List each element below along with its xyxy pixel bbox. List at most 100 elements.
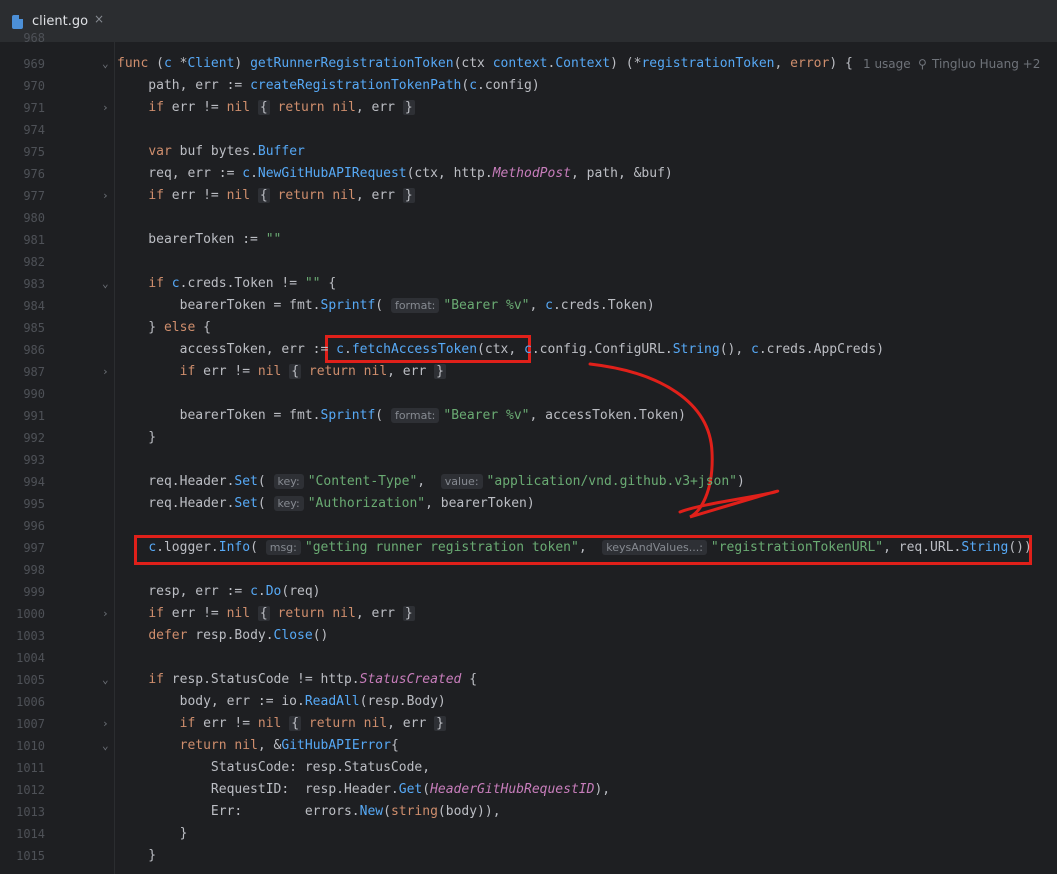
- code-text[interactable]: }: [117, 823, 188, 845]
- code-text[interactable]: Err: errors.New(string(body)),: [117, 801, 501, 823]
- code-text[interactable]: StatusCode: resp.StatusCode,: [117, 757, 430, 779]
- line-number: 968: [23, 31, 45, 45]
- code-line[interactable]: 990: [0, 383, 1057, 405]
- code-line[interactable]: 1014 }: [0, 823, 1057, 845]
- code-line[interactable]: 980: [0, 207, 1057, 229]
- code-line[interactable]: 970 path, err := createRegistrationToken…: [0, 75, 1057, 97]
- code-text[interactable]: if c.creds.Token != "" {: [117, 273, 336, 295]
- code-line[interactable]: 996: [0, 515, 1057, 537]
- line-number: 974: [23, 123, 45, 137]
- line-number: 977: [23, 189, 45, 203]
- code-line[interactable]: 969 ⌄ func (c *Client) getRunnerRegistrati…: [0, 53, 1057, 75]
- fold-collapsed-icon[interactable]: ›: [102, 603, 109, 625]
- line-number: 983: [23, 277, 45, 291]
- code-text[interactable]: if err != nil { return nil, err }: [117, 185, 415, 207]
- code-text[interactable]: if resp.StatusCode != http.StatusCreated…: [117, 669, 477, 691]
- code-line[interactable]: 982: [0, 251, 1057, 273]
- code-text[interactable]: var buf bytes.Buffer: [117, 141, 305, 163]
- line-number: 985: [23, 321, 45, 335]
- code-line[interactable]: 1003 defer resp.Body.Close(): [0, 625, 1057, 647]
- code-line[interactable]: 1000 › if err != nil { return nil, err }: [0, 603, 1057, 625]
- code-line[interactable]: 1005 ⌄ if resp.StatusCode != http.StatusC…: [0, 669, 1057, 691]
- code-text[interactable]: body, err := io.ReadAll(resp.Body): [117, 691, 446, 713]
- code-editor[interactable]: 968 1 usage ⚲ Tingluo Huang +2 969 ⌄ func …: [0, 32, 1057, 874]
- code-line[interactable]: 985 } else {: [0, 317, 1057, 339]
- code-text[interactable]: bearerToken := "": [117, 229, 281, 251]
- code-line[interactable]: 976 req, err := c.NewGitHubAPIRequest(ct…: [0, 163, 1057, 185]
- code-line[interactable]: 991 bearerToken = fmt.Sprintf( format: "B…: [0, 405, 1057, 427]
- code-text[interactable]: path, err := createRegistrationTokenPath…: [117, 75, 539, 97]
- line-number: 998: [23, 563, 45, 577]
- code-text[interactable]: if err != nil { return nil, err }: [117, 603, 415, 625]
- fold-expanded-icon[interactable]: ⌄: [102, 53, 109, 75]
- code-text[interactable]: bearerToken = fmt.Sprintf( format: "Beare…: [117, 405, 686, 427]
- line-number: 975: [23, 145, 45, 159]
- code-line[interactable]: 981 bearerToken := "": [0, 229, 1057, 251]
- fold-expanded-icon[interactable]: ⌄: [102, 273, 109, 295]
- code-text[interactable]: c.logger.Info( msg: "getting runner regis…: [117, 537, 1032, 559]
- line-number: 992: [23, 431, 45, 445]
- code-line[interactable]: 1007 › if err != nil { return nil, err }: [0, 713, 1057, 735]
- code-line[interactable]: 995 req.Header.Set( key: "Authorization",…: [0, 493, 1057, 515]
- fold-collapsed-icon[interactable]: ›: [102, 361, 109, 383]
- code-line[interactable]: 975 var buf bytes.Buffer: [0, 141, 1057, 163]
- close-icon[interactable]: ×: [94, 12, 104, 26]
- line-number: 981: [23, 233, 45, 247]
- line-number: 996: [23, 519, 45, 533]
- line-number: 1013: [16, 805, 45, 819]
- code-text[interactable]: if err != nil { return nil, err }: [117, 361, 446, 383]
- code-line[interactable]: 983 ⌄ if c.creds.Token != "" {: [0, 273, 1057, 295]
- code-text[interactable]: if err != nil { return nil, err }: [117, 713, 446, 735]
- fold-expanded-icon[interactable]: ⌄: [102, 735, 109, 757]
- fold-collapsed-icon[interactable]: ›: [102, 713, 109, 735]
- line-number: 982: [23, 255, 45, 269]
- code-line[interactable]: 1006 body, err := io.ReadAll(resp.Body): [0, 691, 1057, 713]
- code-text[interactable]: return nil, &GitHubAPIError{: [117, 735, 399, 757]
- code-text[interactable]: RequestID: resp.Header.Get(HeaderGitHubR…: [117, 779, 610, 801]
- fold-expanded-icon[interactable]: ⌄: [102, 669, 109, 691]
- code-text[interactable]: bearerToken = fmt.Sprintf( format: "Beare…: [117, 295, 655, 317]
- line-number: 980: [23, 211, 45, 225]
- fold-collapsed-icon[interactable]: ›: [102, 185, 109, 207]
- code-text[interactable]: req, err := c.NewGitHubAPIRequest(ctx, h…: [117, 163, 672, 185]
- code-line[interactable]: 987 › if err != nil { return nil, err }: [0, 361, 1057, 383]
- code-text[interactable]: func (c *Client) getRunnerRegistrationTo…: [117, 53, 853, 75]
- code-line[interactable]: 971 › if err != nil { return nil, err }: [0, 97, 1057, 119]
- code-text[interactable]: req.Header.Set( key: "Content-Type", valu…: [117, 471, 745, 493]
- line-number: 1007: [16, 717, 45, 731]
- line-number: 1005: [16, 673, 45, 687]
- code-line[interactable]: 994 req.Header.Set( key: "Content-Type", …: [0, 471, 1057, 493]
- line-number: 994: [23, 475, 45, 489]
- code-line[interactable]: 986 accessToken, err := c.fetchAccessTok…: [0, 339, 1057, 361]
- code-line[interactable]: 997 c.logger.Info( msg: "getting runner r…: [0, 537, 1057, 559]
- code-line[interactable]: 1011 StatusCode: resp.StatusCode,: [0, 757, 1057, 779]
- code-line[interactable]: 977 › if err != nil { return nil, err }: [0, 185, 1057, 207]
- code-line[interactable]: 1013 Err: errors.New(string(body)),: [0, 801, 1057, 823]
- code-line[interactable]: 992 }: [0, 427, 1057, 449]
- line-number: 1000: [16, 607, 45, 621]
- line-number: 987: [23, 365, 45, 379]
- line-number: 1010: [16, 739, 45, 753]
- line-number: 1003: [16, 629, 45, 643]
- fold-collapsed-icon[interactable]: ›: [102, 97, 109, 119]
- code-line[interactable]: 1012 RequestID: resp.Header.Get(HeaderGi…: [0, 779, 1057, 801]
- code-text[interactable]: }: [117, 845, 156, 867]
- line-number: 986: [23, 343, 45, 357]
- code-line[interactable]: 993: [0, 449, 1057, 471]
- code-line[interactable]: 974: [0, 119, 1057, 141]
- code-line[interactable]: 1015 }: [0, 845, 1057, 867]
- line-number: 984: [23, 299, 45, 313]
- code-text[interactable]: accessToken, err := c.fetchAccessToken(c…: [117, 339, 884, 361]
- code-text[interactable]: resp, err := c.Do(req): [117, 581, 320, 603]
- code-text[interactable]: defer resp.Body.Close(): [117, 625, 328, 647]
- code-line[interactable]: 999 resp, err := c.Do(req): [0, 581, 1057, 603]
- line-number: 991: [23, 409, 45, 423]
- code-line[interactable]: 1004: [0, 647, 1057, 669]
- code-text[interactable]: req.Header.Set( key: "Authorization", bea…: [117, 493, 535, 515]
- code-text[interactable]: }: [117, 427, 156, 449]
- code-line[interactable]: 984 bearerToken = fmt.Sprintf( format: "B…: [0, 295, 1057, 317]
- code-line[interactable]: 1010 ⌄ return nil, &GitHubAPIError{: [0, 735, 1057, 757]
- code-line[interactable]: 998: [0, 559, 1057, 581]
- code-text[interactable]: } else {: [117, 317, 211, 339]
- code-text[interactable]: if err != nil { return nil, err }: [117, 97, 415, 119]
